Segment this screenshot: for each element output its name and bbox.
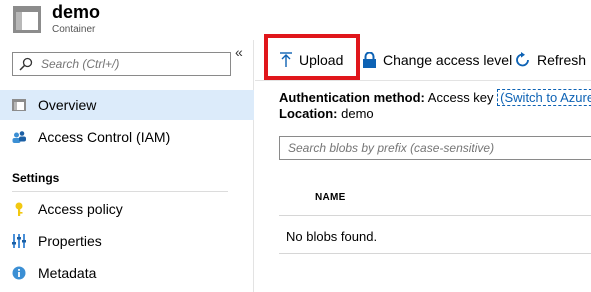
column-header-name[interactable]: NAME: [315, 192, 346, 203]
lock-icon: [363, 52, 376, 68]
refresh-button[interactable]: Refresh: [515, 40, 586, 80]
section-title-settings: Settings: [12, 171, 60, 185]
change-access-level-button[interactable]: Change access level: [362, 40, 512, 80]
sidebar: « Overview Access Control (IAM) Settings…: [0, 40, 254, 292]
sidebar-item-access-policy[interactable]: Access policy: [0, 194, 254, 224]
collapse-sidebar-icon[interactable]: «: [235, 44, 243, 60]
search-icon: [19, 57, 33, 71]
sidebar-item-properties[interactable]: Properties: [0, 226, 254, 256]
sidebar-item-overview[interactable]: Overview: [0, 90, 254, 120]
auth-method-label: Authentication method:: [279, 90, 425, 105]
blob-search-box[interactable]: [279, 136, 591, 160]
container-icon: [13, 6, 41, 33]
auth-method-value: Access key: [427, 90, 494, 105]
sidebar-item-label: Access Control (IAM): [38, 129, 171, 145]
page-subtitle: Container: [52, 24, 96, 35]
switch-auth-link[interactable]: (Switch to Azure: [497, 89, 591, 106]
overview-icon: [12, 99, 26, 111]
sidebar-search-box[interactable]: [12, 52, 231, 76]
empty-message: No blobs found.: [286, 229, 378, 244]
sidebar-item-label: Properties: [38, 233, 102, 249]
key-icon: [15, 202, 23, 216]
properties-icon: [12, 234, 26, 248]
sidebar-item-label: Access policy: [38, 201, 123, 217]
location-value: demo: [341, 106, 374, 121]
sidebar-item-label: Overview: [38, 97, 97, 113]
change-access-level-label: Change access level: [383, 52, 513, 68]
info-icon: [12, 266, 26, 280]
upload-highlight-box: [264, 34, 360, 80]
table-header-divider: [279, 215, 591, 216]
location-row: Location: demo: [279, 106, 374, 121]
auth-method-row: Authentication method: Access key (Switc…: [279, 89, 591, 106]
refresh-icon: [516, 52, 529, 67]
sidebar-item-metadata[interactable]: Metadata: [0, 258, 254, 288]
iam-icon: [12, 131, 26, 143]
refresh-label: Refresh: [537, 52, 587, 68]
sidebar-item-iam[interactable]: Access Control (IAM): [0, 122, 254, 152]
table-row-divider: [279, 253, 591, 254]
blob-search-input[interactable]: [288, 139, 578, 157]
sidebar-item-label: Metadata: [38, 265, 97, 281]
toolbar-divider: [255, 80, 591, 81]
page-title: demo: [52, 2, 101, 22]
section-divider: [12, 191, 228, 192]
location-label: Location:: [279, 106, 338, 121]
sidebar-search-input[interactable]: [41, 54, 226, 74]
